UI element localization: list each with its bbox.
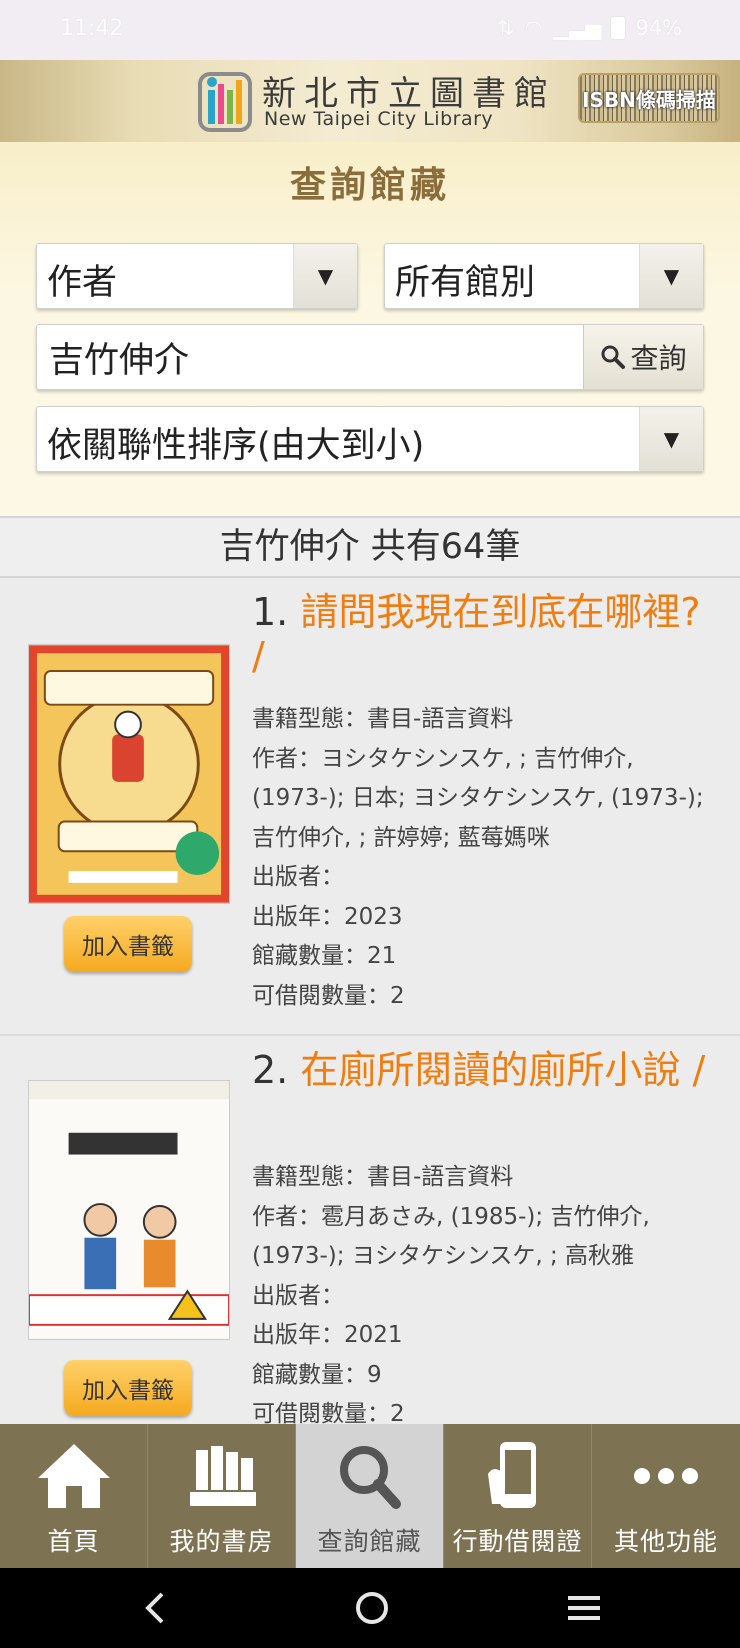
book-cover-1[interactable] (28, 644, 230, 904)
recents-icon[interactable] (564, 1588, 604, 1628)
book-publisher: 出版者： (252, 1282, 344, 1309)
home-button-icon[interactable] (352, 1588, 392, 1628)
book-meta: 書籍型態：書目-語言資料 作者：雹月あさみ, (1985-); 吉竹伸介, (1… (252, 1158, 722, 1424)
item-number: 1. (252, 590, 289, 634)
signal-icon: ▁▃▅ (552, 16, 602, 40)
book-author: 作者：ヨシタケシンスケ, ; 吉竹伸介, (1973-); 日本; ヨシタケシン… (252, 745, 704, 851)
home-icon (37, 1444, 110, 1508)
search-button[interactable]: 查詢 (583, 325, 703, 389)
list-item: 加入書籤 1. 請問我現在到底在哪裡? / 書籍型態：書目-語言資料 作者：ヨシ… (0, 578, 740, 1036)
book-available: 可借閱數量：2 (252, 982, 405, 1009)
panel-title: 查詢館藏 (289, 165, 450, 206)
nav-my-library[interactable]: 我的書房 (148, 1424, 296, 1568)
list-item: 加入書籤 2. 在廁所閱讀的廁所小說 / 書籍型態：書目-語言資料 作者：雹月あ… (0, 1036, 740, 1424)
isbn-scan-button[interactable]: ISBN條碼掃描 (578, 73, 720, 123)
library-name-en: New Taipei City Library (264, 108, 494, 130)
search-icon (601, 345, 626, 369)
sort-value: 依關聯性排序(由大到小) (47, 426, 425, 466)
book-title-link[interactable]: 1. 請問我現在到底在哪裡? / (252, 590, 712, 678)
system-nav-bar (0, 1568, 740, 1648)
book-publisher: 出版者： (252, 864, 344, 890)
search-button-label: 查詢 (630, 342, 687, 375)
book-meta: 書籍型態：書目-語言資料 作者：ヨシタケシンスケ, ; 吉竹伸介, (1973-… (252, 700, 722, 1016)
battery-level: 94% (635, 16, 682, 40)
book-year: 出版年：2021 (252, 1322, 403, 1348)
branch-value: 所有館別 (395, 263, 536, 303)
result-summary: 吉竹伸介 共有64筆 (0, 516, 740, 578)
book-title: 請問我現在到底在哪裡? / (252, 590, 701, 678)
nav-search[interactable]: 查詢館藏 (296, 1424, 444, 1568)
nav-label: 我的書房 (169, 1527, 274, 1556)
dropdown-arrow-icon: ▼ (639, 407, 703, 471)
app-header: 新北市立圖書館 New Taipei City Library ISBN條碼掃描 (0, 60, 740, 142)
back-icon[interactable] (140, 1588, 170, 1628)
nav-label: 查詢館藏 (317, 1527, 422, 1556)
nav-label: 首頁 (47, 1527, 100, 1556)
search-field-value: 作者 (47, 263, 118, 303)
item-number: 2. (252, 1048, 289, 1092)
branch-select[interactable]: 所有館別 ▼ (384, 243, 704, 309)
result-list: 加入書籤 1. 請問我現在到底在哪裡? / 書籍型態：書目-語言資料 作者：ヨシ… (0, 578, 740, 1424)
data-saver-icon: ⇅ (496, 16, 515, 40)
status-icons: ⇅ ◠ ▁▃▅ 94% (497, 16, 682, 40)
search-icon (339, 1446, 401, 1509)
dropdown-arrow-icon: ▼ (293, 244, 357, 308)
nav-home[interactable]: 首頁 (0, 1424, 148, 1568)
book-type: 書籍型態：書目-語言資料 (252, 1164, 514, 1190)
nav-mobile-card[interactable]: 行動借閱證 (444, 1424, 592, 1568)
book-type: 書籍型態：書目-語言資料 (252, 706, 514, 732)
nav-label: 行動借閱證 (452, 1527, 583, 1556)
wifi-icon: ◠ (524, 16, 543, 40)
phone-card-icon (487, 1442, 536, 1508)
book-holdings: 館藏數量：21 (252, 943, 397, 969)
more-icon (634, 1468, 698, 1484)
bottom-nav: 首頁 我的書房 查詢館藏 行動借閱證 其他功能 (0, 1424, 740, 1568)
search-box: 查詢 (36, 324, 704, 390)
book-title: 在廁所閱讀的廁所小說 / (300, 1048, 706, 1092)
status-bar: 11:42 ⇅ ◠ ▁▃▅ 94% (0, 0, 740, 60)
books-icon (189, 1446, 256, 1506)
nav-more[interactable]: 其他功能 (592, 1424, 740, 1568)
status-time: 11:42 (60, 16, 124, 41)
book-title-link[interactable]: 2. 在廁所閱讀的廁所小說 / (252, 1048, 712, 1092)
sort-select[interactable]: 依關聯性排序(由大到小) ▼ (36, 406, 704, 472)
nav-label: 其他功能 (613, 1527, 718, 1556)
add-bookmark-button[interactable]: 加入書籤 (64, 1360, 192, 1416)
book-year: 出版年：2023 (252, 903, 403, 930)
book-available: 可借閱數量：2 (252, 1401, 405, 1424)
search-field-select[interactable]: 作者 ▼ (36, 243, 358, 309)
add-bookmark-button[interactable]: 加入書籤 (64, 916, 192, 972)
dropdown-arrow-icon: ▼ (639, 244, 703, 308)
search-input[interactable] (37, 325, 583, 389)
book-holdings: 館藏數量：9 (252, 1361, 382, 1388)
book-author: 作者：雹月あさみ, (1985-); 吉竹伸介, (1973-); ヨシタケシン… (252, 1203, 650, 1270)
battery-icon (611, 17, 626, 39)
book-cover-2[interactable] (28, 1080, 230, 1340)
